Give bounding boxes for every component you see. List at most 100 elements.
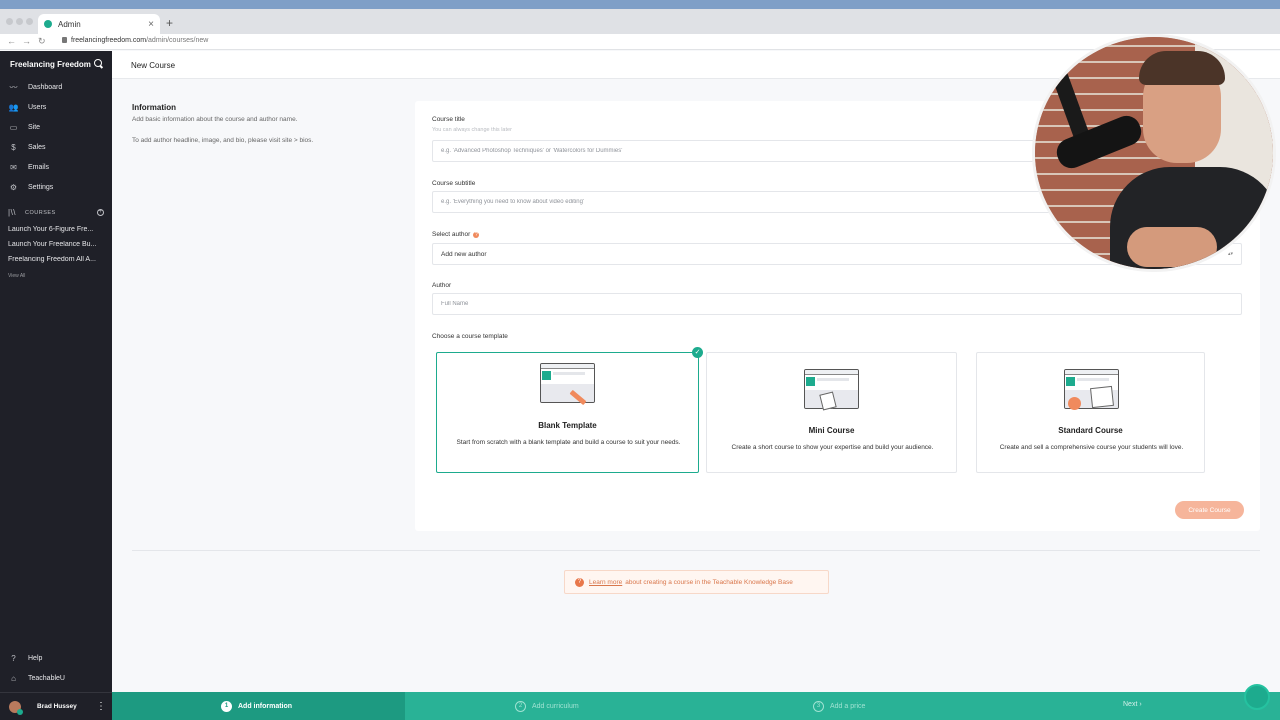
sidebar-item-label: Settings xyxy=(28,183,54,191)
course-setup-steps: 1 Add information 2 Add curriculum 3 Add… xyxy=(112,684,1280,720)
chat-support-icon[interactable] xyxy=(1244,684,1270,710)
presenter-hands xyxy=(1127,227,1217,267)
sidebar-item-label: Users xyxy=(28,103,47,111)
help-icon[interactable]: ? xyxy=(473,232,480,238)
graduation-icon: ⌂ xyxy=(11,673,16,683)
template-label: Choose a course template xyxy=(432,333,508,340)
sidebar-item-teachableu[interactable]: ⌂ TeachableU xyxy=(8,671,65,685)
add-course-icon[interactable]: + xyxy=(97,209,104,216)
step-number: 2 xyxy=(515,700,526,712)
tab-title: Admin xyxy=(58,19,81,29)
browser-tab[interactable]: Admin × xyxy=(38,14,160,34)
section-note: To add author headline, image, and bio, … xyxy=(132,137,314,144)
author-select-value: Add new author xyxy=(441,250,487,258)
view-all-courses-link[interactable]: View All xyxy=(8,273,25,279)
sidebar-course-link[interactable]: Launch Your Freelance Bu... xyxy=(8,241,104,248)
section-description: Add basic information about the course a… xyxy=(132,116,298,123)
sidebar-item-label: Help xyxy=(28,654,43,662)
window-zoom-dot[interactable] xyxy=(26,18,33,25)
browser-tab-bar: Admin × + xyxy=(0,9,1280,34)
sidebar-item-label: Sales xyxy=(28,143,46,151)
new-tab-icon[interactable]: + xyxy=(166,16,173,30)
url-path: /admin/courses/new xyxy=(146,37,209,44)
learn-more-link[interactable]: Learn more xyxy=(589,579,622,586)
sidebar-item-label: Emails xyxy=(28,163,50,171)
sidebar-item-label: Site xyxy=(28,123,41,131)
certificate-icon xyxy=(1090,385,1114,409)
award-icon xyxy=(1068,397,1081,410)
sidebar-item-dashboard[interactable]: 〰 Dashboard xyxy=(8,80,63,94)
sidebar-item-settings[interactable]: ⚙ Settings xyxy=(8,180,53,194)
gear-icon: ⚙ xyxy=(9,182,18,192)
courses-heading: COURSES xyxy=(25,209,56,216)
blank-template-illustration xyxy=(540,363,595,403)
next-step-link[interactable]: Next › xyxy=(1123,701,1142,708)
search-icon[interactable] xyxy=(94,59,102,67)
back-icon[interactable]: ← xyxy=(7,36,16,46)
sidebar: Freelancing Freedom 〰 Dashboard 👥 Users … xyxy=(0,51,112,720)
tab-close-icon[interactable]: × xyxy=(148,19,154,30)
library-icon: |\\ xyxy=(8,208,17,217)
reload-icon[interactable]: ↻ xyxy=(38,36,46,47)
sidebar-item-help[interactable]: ? Help xyxy=(8,651,42,665)
presenter-webcam-overlay xyxy=(1032,34,1276,272)
author-name-input[interactable] xyxy=(432,293,1242,315)
step-add-price[interactable]: 3 Add a price xyxy=(813,692,865,720)
favicon-icon xyxy=(44,20,52,28)
template-description: Start from scratch with a blank template… xyxy=(456,439,681,446)
step-add-information[interactable]: 1 Add information xyxy=(221,692,292,720)
sidebar-item-emails[interactable]: ✉ Emails xyxy=(8,160,49,174)
course-title-hint: You can always change this later xyxy=(432,127,512,133)
selected-check-icon: ✓ xyxy=(692,347,703,358)
users-icon: 👥 xyxy=(8,102,19,112)
template-title: Standard Course xyxy=(1058,426,1123,435)
presenter-hair xyxy=(1139,51,1225,85)
help-icon: ? xyxy=(11,653,16,663)
step-label: Add a price xyxy=(830,702,866,710)
step-label: Add curriculum xyxy=(532,702,579,710)
window-top-strip xyxy=(0,0,1280,9)
window-minimize-dot[interactable] xyxy=(16,18,23,25)
lock-icon xyxy=(62,37,67,43)
school-name[interactable]: Freelancing Freedom xyxy=(10,60,91,69)
sidebar-item-site[interactable]: ▭ Site xyxy=(8,120,40,134)
kebab-menu-icon[interactable]: ⋮ xyxy=(96,701,106,712)
help-icon: ? xyxy=(575,577,584,587)
envelope-icon: ✉ xyxy=(10,162,17,172)
forward-icon[interactable]: → xyxy=(22,36,31,46)
create-course-button[interactable]: Create Course xyxy=(1175,501,1244,519)
course-subtitle-label: Course subtitle xyxy=(432,180,476,187)
url-text[interactable]: freelancingfreedom.com/admin/courses/new xyxy=(62,37,208,44)
user-name: Brad Hussey xyxy=(37,703,77,710)
avatar[interactable] xyxy=(9,700,23,715)
template-description: Create and sell a comprehensive course y… xyxy=(999,444,1184,451)
user-menu[interactable]: Brad Hussey ⋮ xyxy=(0,692,112,720)
step-add-curriculum[interactable]: 2 Add curriculum xyxy=(515,692,579,720)
template-card-mini[interactable]: Mini Course Create a short course to sho… xyxy=(706,352,957,473)
sidebar-course-link[interactable]: Launch Your 6-Figure Fre... xyxy=(8,226,104,233)
course-title-label: Course title xyxy=(432,116,465,123)
knowledge-base-text: about creating a course in the Teachable… xyxy=(625,578,793,586)
select-author-label: Select author? xyxy=(432,231,480,238)
template-card-blank[interactable]: Blank Template Start from scratch with a… xyxy=(436,352,699,473)
template-card-standard[interactable]: Standard Course Create and sell a compre… xyxy=(976,352,1205,473)
courses-section-header: |\\ COURSES + xyxy=(8,208,104,217)
template-title: Mini Course xyxy=(808,426,855,435)
sidebar-item-users[interactable]: 👥 Users xyxy=(8,100,47,114)
template-description: Create a short course to show your exper… xyxy=(731,444,934,451)
sidebar-course-link[interactable]: Freelancing Freedom All A... xyxy=(8,256,104,263)
sidebar-item-sales[interactable]: $ Sales xyxy=(8,140,46,154)
sidebar-item-label: TeachableU xyxy=(28,674,65,682)
window-close-dot[interactable] xyxy=(6,18,13,25)
author-label: Author xyxy=(432,282,452,289)
step-number: 1 xyxy=(221,700,232,712)
select-author-label-text: Select author xyxy=(432,231,471,238)
template-title: Blank Template xyxy=(538,421,597,430)
knowledge-base-banner: ? Learn more about creating a course in … xyxy=(564,570,829,594)
url-domain: freelancingfreedom.com xyxy=(71,37,147,44)
step-number: 3 xyxy=(813,700,824,712)
step-label: Add information xyxy=(238,702,293,710)
chart-line-icon: 〰 xyxy=(9,82,18,92)
monitor-icon: ▭ xyxy=(9,122,18,132)
dollar-icon: $ xyxy=(11,142,16,152)
